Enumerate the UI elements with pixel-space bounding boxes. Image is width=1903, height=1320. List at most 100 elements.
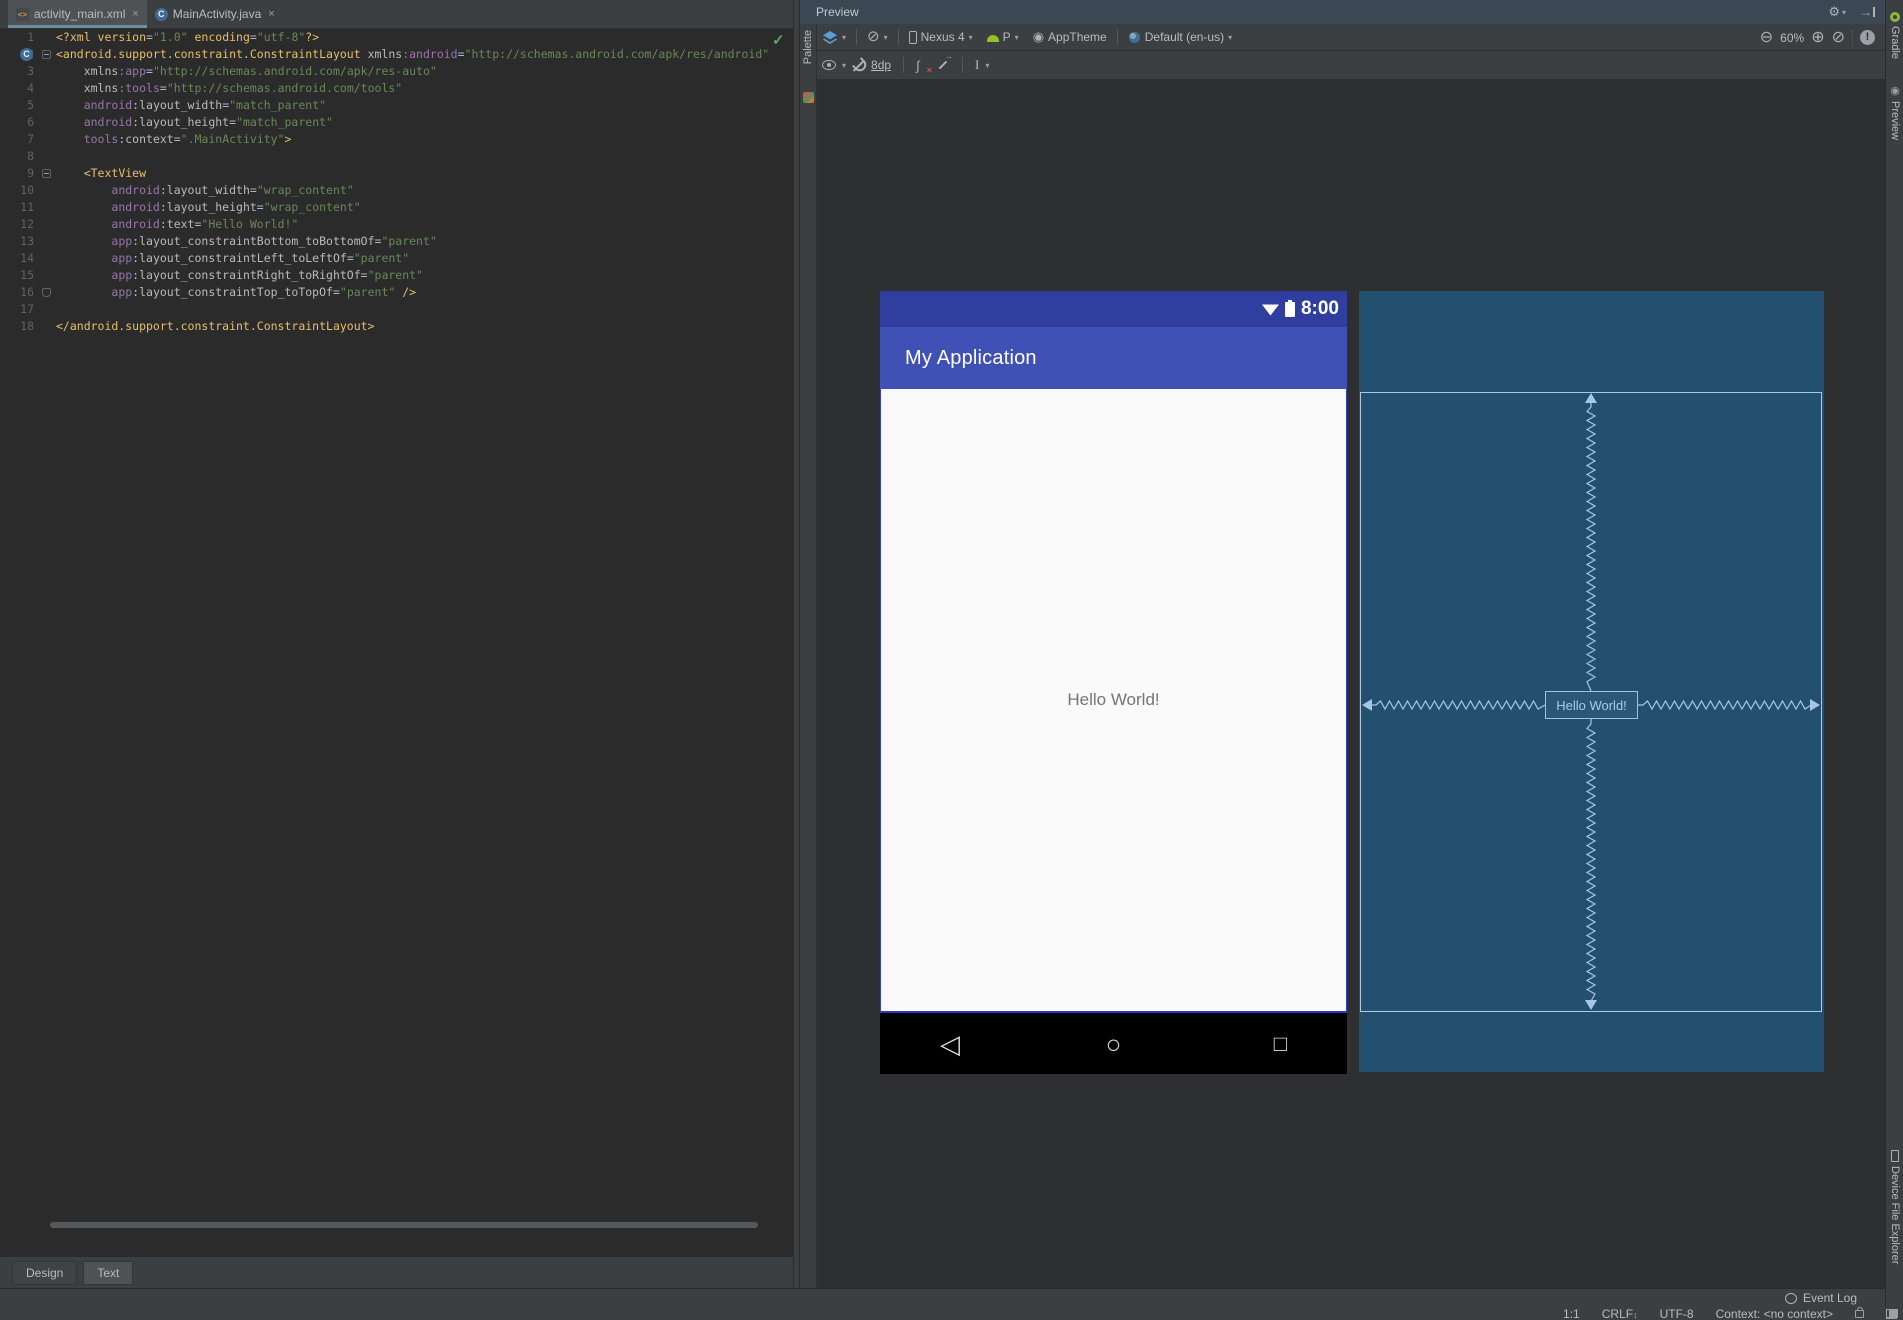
right-tool-strip: Gradle ◉ Preview Device File Explorer — [1885, 0, 1903, 1320]
code-line[interactable]: 3 xmlns:app="http://schemas.android.com/… — [0, 63, 793, 80]
code-line[interactable]: 6 android:layout_height="match_parent" — [0, 114, 793, 131]
line-number: 17 — [20, 302, 34, 316]
tab-activity-main-xml[interactable]: <> activity_main.xml × — [8, 0, 147, 28]
editor-preview-splitter[interactable] — [793, 0, 800, 1288]
fold-marker[interactable] — [42, 288, 51, 297]
chevron-down-icon[interactable]: ▾ — [1228, 33, 1232, 42]
device-selector[interactable]: Nexus 4 — [921, 30, 965, 44]
chevron-down-icon: ▾ — [1841, 7, 1846, 17]
clear-constraints-icon[interactable]: ∫ × — [916, 58, 932, 75]
code-line[interactable]: 7 tools:context=".MainActivity"> — [0, 131, 793, 148]
code-line[interactable]: 9 <TextView — [0, 165, 793, 182]
code-line[interactable]: 15 app:layout_constraintRight_toRightOf=… — [0, 267, 793, 284]
autoconnect-off-icon[interactable] — [852, 59, 865, 72]
code-line[interactable]: 5 android:layout_width="match_parent" — [0, 97, 793, 114]
warnings-icon[interactable]: ! — [1860, 30, 1875, 45]
preview-title: Preview — [816, 5, 859, 19]
zoom-fit-icon[interactable]: ⊘ — [1832, 29, 1845, 46]
preview-title-bar: Preview ⚙ ▾ → — [800, 0, 1885, 24]
close-icon[interactable]: × — [132, 8, 138, 20]
device-file-explorer-tool-button[interactable]: Device File Explorer — [1886, 1150, 1903, 1264]
code-line[interactable]: 18 </android.support.constraint.Constrain… — [0, 318, 793, 335]
tab-mainactivity-java[interactable]: C MainActivity.java × — [147, 0, 283, 28]
lock-icon[interactable] — [1855, 1307, 1864, 1318]
gutter-class-icon[interactable]: C — [20, 48, 33, 61]
line-number: 5 — [27, 98, 34, 112]
code-line[interactable]: 4 xmlns:tools="http://schemas.android.co… — [0, 80, 793, 97]
code-line[interactable]: 2<android.support.constraint.ConstraintL… — [0, 46, 793, 63]
event-log-button[interactable]: Event Log — [1803, 1291, 1857, 1305]
fold-marker[interactable] — [42, 50, 51, 59]
device-status-bar: 8:00 — [880, 291, 1347, 327]
context-indicator[interactable]: Context: <no context> — [1716, 1307, 1833, 1320]
home-icon: ○ — [1105, 1028, 1122, 1059]
text-mode-icon[interactable]: I — [975, 57, 979, 73]
code-line[interactable]: 12 android:text="Hello World!" — [0, 216, 793, 233]
chevron-down-icon[interactable]: ▾ — [842, 33, 846, 42]
code-editor[interactable]: 1<?xml version="1.0" encoding="utf-8"?>2… — [0, 29, 793, 335]
device-screen: Hello World! — [880, 389, 1347, 1013]
orientation-icon[interactable]: ⊘ — [867, 29, 880, 45]
inspection-status-icon[interactable]: ✓ — [772, 31, 785, 49]
line-number: 12 — [20, 217, 34, 231]
blueprint-view: Hello World! — [1359, 291, 1824, 1072]
gradle-icon — [1890, 12, 1900, 22]
tab-design[interactable]: Design — [12, 1260, 78, 1285]
line-ending-indicator[interactable]: CRLF↕ — [1602, 1307, 1638, 1320]
android-api-icon — [986, 35, 999, 42]
device-action-bar: My Application — [880, 327, 1347, 389]
hide-panel-icon[interactable]: → — [1860, 5, 1875, 19]
default-margin-button[interactable]: 8dp — [871, 58, 891, 72]
fold-marker[interactable] — [42, 169, 51, 178]
code-line[interactable]: 17 — [0, 301, 793, 318]
zoom-controls: ⊖ 60% ⊕ ⊘ ! — [1760, 24, 1875, 51]
gear-icon[interactable]: ⚙ — [1828, 4, 1840, 20]
chevron-down-icon[interactable]: ▾ — [985, 61, 989, 70]
code-line[interactable]: 1 <?xml version="1.0" encoding="utf-8"?> — [0, 29, 793, 46]
api-level-selector[interactable]: P — [1003, 30, 1011, 44]
theme-icon: ◉ — [1032, 29, 1045, 44]
horizontal-scrollbar[interactable] — [50, 1222, 758, 1228]
layers-icon[interactable] — [822, 30, 838, 45]
chevron-down-icon[interactable]: ▾ — [1015, 33, 1019, 42]
gradle-tool-button[interactable]: Gradle — [1886, 12, 1903, 59]
line-number: 13 — [20, 234, 34, 248]
view-options-eye-icon[interactable] — [822, 60, 836, 70]
bottom-tool-window-bar: Event Log — [0, 1288, 1885, 1307]
tab-text[interactable]: Text — [83, 1260, 134, 1285]
chevron-down-icon[interactable]: ▾ — [969, 33, 973, 42]
preview-config-toolbar: ▾ ⊘ ▾ Nexus 4 ▾ P ▾ ◉ AppTheme Default (… — [817, 24, 1885, 51]
app-title: My Application — [905, 346, 1037, 369]
encoding-indicator[interactable]: UTF-8 — [1660, 1307, 1694, 1320]
line-number: 10 — [20, 183, 34, 197]
theme-selector[interactable]: AppTheme — [1048, 30, 1107, 44]
caret-position[interactable]: 1:1 — [1563, 1307, 1580, 1320]
code-line[interactable]: 11 android:layout_height="wrap_content" — [0, 199, 793, 216]
blueprint-hello-world-textview[interactable]: Hello World! — [1545, 691, 1638, 719]
code-line[interactable]: 8 — [0, 148, 793, 165]
line-number: 18 — [20, 319, 34, 333]
chevron-down-icon[interactable]: ▾ — [842, 61, 846, 70]
line-number: 7 — [27, 132, 34, 146]
wifi-icon — [1261, 304, 1279, 316]
hello-world-textview[interactable]: Hello World! — [1067, 690, 1159, 710]
line-number: 6 — [27, 115, 34, 129]
locale-selector[interactable]: Default (en-us) — [1145, 30, 1224, 44]
infer-constraints-wand-icon[interactable] — [936, 52, 951, 72]
highlighting-level-icon[interactable] — [1886, 1310, 1897, 1319]
close-icon[interactable]: × — [268, 8, 274, 20]
line-number: 8 — [27, 149, 34, 163]
line-number: 1 — [27, 30, 34, 44]
device-preview: 8:00 My Application Hello World! ◁ ○ □ — [880, 291, 1347, 1074]
line-number: 3 — [27, 64, 34, 78]
code-line[interactable]: 14 app:layout_constraintLeft_toLeftOf="p… — [0, 250, 793, 267]
zoom-out-icon[interactable]: ⊖ — [1760, 29, 1773, 46]
palette-tool-button[interactable]: Palette — [802, 30, 814, 64]
code-line[interactable]: 16 app:layout_constraintTop_toTopOf="par… — [0, 284, 793, 301]
code-line[interactable]: 10 android:layout_width="wrap_content" — [0, 182, 793, 199]
chevron-down-icon[interactable]: ▾ — [884, 33, 888, 42]
zoom-in-icon[interactable]: ⊕ — [1811, 29, 1824, 46]
preview-tool-button[interactable]: ◉ Preview — [1886, 84, 1903, 140]
code-line[interactable]: 13 app:layout_constraintBottom_toBottomO… — [0, 233, 793, 250]
locale-globe-icon — [1127, 30, 1141, 44]
